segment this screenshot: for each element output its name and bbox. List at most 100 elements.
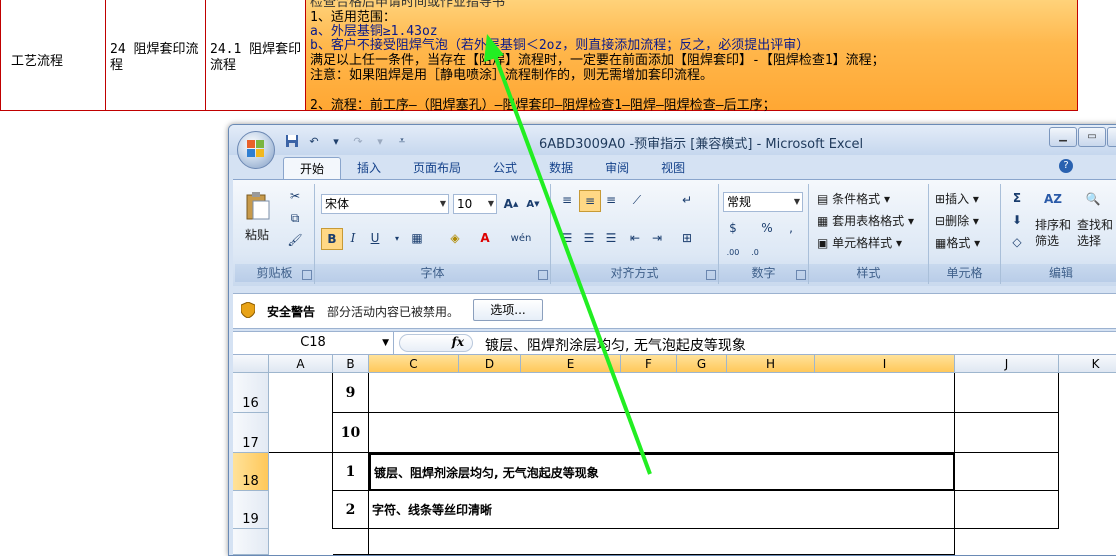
- tab-home[interactable]: 开始: [283, 157, 342, 180]
- row-header[interactable]: 17: [233, 413, 269, 453]
- copy-icon[interactable]: ⧉: [285, 208, 305, 228]
- column-header[interactable]: J: [955, 355, 1059, 373]
- tab-review[interactable]: 审阅: [589, 157, 645, 179]
- cell-a16[interactable]: [269, 373, 333, 413]
- align-bottom-icon[interactable]: ≡: [601, 190, 621, 210]
- row-header[interactable]: 16: [233, 373, 269, 413]
- font-name-select[interactable]: 宋体 ▼: [321, 194, 449, 214]
- align-left-icon[interactable]: ☰: [557, 228, 577, 248]
- decrease-decimal-icon[interactable]: .0: [745, 242, 765, 262]
- cell-styles-button[interactable]: ▣ 单元格样式 ▾: [817, 234, 902, 251]
- formula-input[interactable]: 镀层、阻焊剂涂层均匀, 无气泡起皮等现象: [485, 335, 746, 355]
- align-middle-icon[interactable]: ≡: [579, 190, 601, 212]
- save-icon[interactable]: [283, 133, 301, 149]
- insert-function-button[interactable]: fx: [399, 334, 473, 352]
- currency-icon[interactable]: $: [723, 218, 743, 238]
- redo-icon[interactable]: ↷: [349, 133, 367, 149]
- cell-a18[interactable]: [269, 453, 333, 491]
- tab-formulas[interactable]: 公式: [477, 157, 533, 179]
- cell-c18[interactable]: 镀层、阻焊剂涂层均匀, 无气泡起皮等现象: [369, 453, 955, 491]
- format-cells-button[interactable]: ▦格式 ▾: [935, 234, 980, 251]
- sort-filter-button-line2[interactable]: 筛选: [1035, 232, 1059, 249]
- cell-c19[interactable]: 字符、线条等丝印清晰: [369, 491, 955, 529]
- column-header[interactable]: E: [521, 355, 621, 373]
- paste-button[interactable]: 粘贴: [245, 226, 269, 243]
- cell-a17[interactable]: [269, 413, 333, 453]
- border-icon[interactable]: ▦: [407, 228, 427, 248]
- align-center-icon[interactable]: ☰: [579, 228, 599, 248]
- chevron-down-icon[interactable]: ▾: [371, 133, 389, 149]
- cell-j16[interactable]: [955, 373, 1059, 413]
- decrease-indent-icon[interactable]: ⇤: [625, 228, 645, 248]
- dialog-launcher-icon[interactable]: [538, 270, 548, 280]
- column-header[interactable]: A: [269, 355, 333, 373]
- tab-view[interactable]: 视图: [645, 157, 701, 179]
- undo-icon[interactable]: ↶: [305, 133, 323, 149]
- italic-icon[interactable]: I: [343, 228, 363, 248]
- sort-filter-icon[interactable]: AZ: [1039, 186, 1067, 212]
- column-header[interactable]: G: [677, 355, 727, 373]
- binoculars-icon[interactable]: 🔍: [1079, 186, 1107, 212]
- cell-c17[interactable]: [369, 413, 955, 453]
- increase-decimal-icon[interactable]: .00: [723, 242, 743, 262]
- fill-icon[interactable]: ⬇: [1007, 210, 1027, 230]
- column-header[interactable]: F: [621, 355, 677, 373]
- insert-cells-button[interactable]: ⊞插入 ▾: [935, 190, 979, 207]
- column-header[interactable]: C: [369, 355, 459, 373]
- cell-c16[interactable]: [369, 373, 955, 413]
- find-select-button-line2[interactable]: 选择: [1077, 232, 1101, 249]
- select-all-corner[interactable]: [233, 355, 269, 373]
- customize-toolbar-icon[interactable]: ⩡: [393, 133, 411, 149]
- cell-j18[interactable]: [955, 453, 1059, 491]
- align-top-icon[interactable]: ≡: [557, 190, 577, 210]
- fill-color-icon[interactable]: ◈: [445, 228, 465, 248]
- close-button[interactable]: ✕: [1107, 127, 1116, 147]
- chevron-down-icon[interactable]: ▾: [327, 133, 345, 149]
- orientation-icon[interactable]: ⟋: [627, 190, 647, 210]
- wrap-text-icon[interactable]: ↵: [677, 190, 697, 210]
- number-format-select[interactable]: 常规 ▼: [723, 192, 803, 212]
- column-header[interactable]: B: [333, 355, 369, 373]
- dialog-launcher-icon[interactable]: [302, 270, 312, 280]
- cell-b20[interactable]: [333, 529, 369, 555]
- name-box[interactable]: C18 ▼: [233, 332, 394, 354]
- maximize-button[interactable]: ▭: [1078, 127, 1106, 147]
- font-size-select[interactable]: 10 ▼: [453, 194, 497, 214]
- format-as-table-button[interactable]: ▦ 套用表格格式 ▾: [817, 212, 914, 229]
- increase-indent-icon[interactable]: ⇥: [647, 228, 667, 248]
- help-icon[interactable]: ?: [1059, 159, 1073, 173]
- column-header[interactable]: D: [459, 355, 521, 373]
- percent-icon[interactable]: %: [757, 218, 777, 238]
- cell-b18[interactable]: 1: [333, 453, 369, 491]
- cell-b17[interactable]: 10: [333, 413, 369, 453]
- chevron-down-icon[interactable]: ▾: [387, 228, 407, 248]
- cell-a19[interactable]: [269, 491, 333, 529]
- format-painter-icon[interactable]: 🖌: [285, 230, 305, 250]
- sort-filter-button[interactable]: 排序和: [1035, 216, 1071, 233]
- cell-j17[interactable]: [955, 413, 1059, 453]
- autosum-icon[interactable]: Σ: [1007, 188, 1027, 208]
- underline-icon[interactable]: U: [365, 228, 385, 248]
- shrink-font-icon[interactable]: A ▼: [523, 194, 543, 214]
- security-options-button[interactable]: 选项...: [473, 299, 543, 321]
- tab-data[interactable]: 数据: [533, 157, 589, 179]
- row-header[interactable]: [233, 529, 269, 555]
- font-color-icon[interactable]: A: [475, 228, 495, 248]
- cut-icon[interactable]: ✂: [285, 186, 305, 206]
- dialog-launcher-icon[interactable]: [706, 270, 716, 280]
- paste-icon[interactable]: [243, 190, 273, 222]
- align-right-icon[interactable]: ☰: [601, 228, 621, 248]
- merge-center-icon[interactable]: ⊞: [677, 228, 697, 248]
- conditional-format-button[interactable]: ▤ 条件格式 ▾: [817, 190, 890, 207]
- bold-icon[interactable]: B: [321, 228, 343, 250]
- tab-page-layout[interactable]: 页面布局: [397, 157, 477, 179]
- column-header[interactable]: H: [727, 355, 815, 373]
- tab-insert[interactable]: 插入: [341, 157, 397, 179]
- column-header[interactable]: K: [1059, 355, 1116, 373]
- find-select-button[interactable]: 查找和: [1077, 216, 1113, 233]
- delete-cells-button[interactable]: ⊟删除 ▾: [935, 212, 979, 229]
- row-header[interactable]: 18: [233, 453, 269, 491]
- office-button[interactable]: [237, 131, 275, 169]
- cell-b16[interactable]: 9: [333, 373, 369, 413]
- minimize-button[interactable]: ▁: [1049, 127, 1077, 147]
